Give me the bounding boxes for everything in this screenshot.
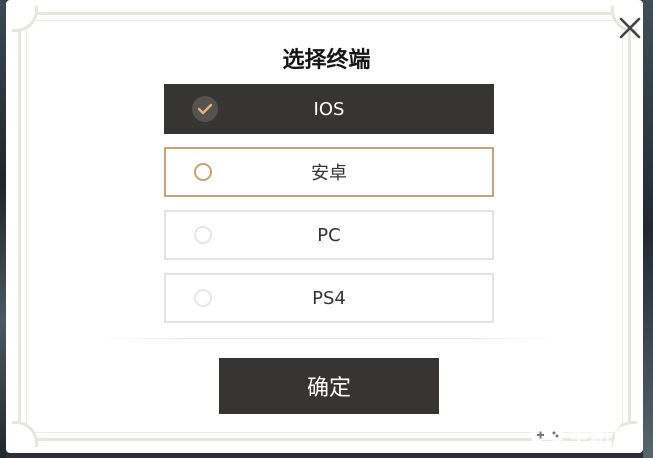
check-icon [192, 96, 218, 122]
option-label: IOS [313, 98, 345, 120]
divider [95, 338, 558, 339]
option-pc[interactable]: PC [164, 210, 494, 260]
dialog-title: 选择终端 [282, 48, 371, 73]
confirm-button[interactable]: 确定 [219, 358, 439, 414]
close-icon [619, 17, 641, 39]
option-ios[interactable]: IOS [164, 84, 494, 134]
radio-circle-icon [194, 163, 212, 181]
option-ps4[interactable]: PS4 [164, 273, 494, 323]
close-button[interactable] [616, 14, 644, 42]
watermark-text: 主机屋 [568, 426, 635, 451]
option-android[interactable]: 安卓 [164, 147, 494, 197]
gamepad-icon [530, 426, 564, 445]
radio-circle-icon [194, 289, 212, 307]
option-label: PS4 [312, 287, 346, 309]
radio-circle-icon [194, 226, 212, 244]
option-label: 安卓 [311, 163, 347, 184]
watermark: 主机屋 [530, 420, 634, 452]
option-label: PC [317, 224, 341, 246]
